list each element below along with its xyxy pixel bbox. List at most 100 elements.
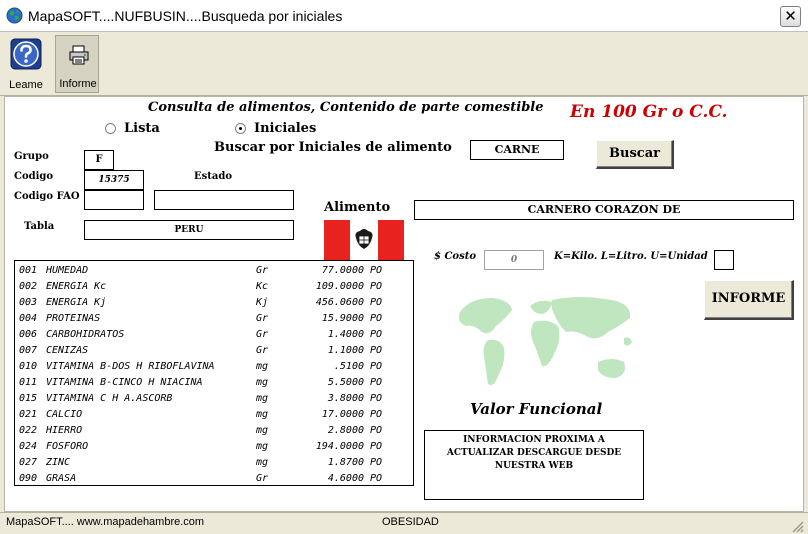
tabla-label: Tabla bbox=[24, 221, 55, 232]
nutrient-name: CARBOHIDRATOS bbox=[46, 329, 125, 340]
informe-button[interactable]: INFORME bbox=[704, 280, 794, 320]
leame-button[interactable]: Leame bbox=[4, 35, 48, 93]
nutrient-unit: Gr bbox=[256, 329, 269, 340]
buscar-button[interactable]: Buscar bbox=[596, 140, 674, 169]
nutrient-value: 77.0000 bbox=[321, 265, 364, 276]
unit-hint: K=Kilo. L=Litro. U=Unidad bbox=[554, 251, 708, 262]
nutrient-src: PO bbox=[370, 265, 383, 276]
nutrient-src: PO bbox=[370, 329, 383, 340]
world-map-icon bbox=[458, 297, 632, 385]
globe-icon bbox=[6, 7, 23, 24]
nutrient-list[interactable]: 001 HUMEDAD Gr 77.0000 PO 002 ENERGIA Kc Kc 109.… bbox=[14, 260, 414, 486]
nutrient-unit: Gr bbox=[256, 473, 269, 484]
nutrient-code: 022 bbox=[19, 425, 38, 436]
nutrient-value: 194.0000 bbox=[315, 441, 364, 452]
nutrient-unit: Gr bbox=[256, 313, 269, 324]
list-item[interactable]: 003 ENERGIA Kj Kj 456.0600 PO bbox=[15, 295, 413, 311]
list-item[interactable]: 001 HUMEDAD Gr 77.0000 PO bbox=[15, 263, 413, 279]
costo-field[interactable]: 0 bbox=[484, 250, 544, 270]
nutrient-name: ENERGIA Kj bbox=[46, 297, 107, 308]
codigo-label: Codigo bbox=[14, 171, 54, 182]
nutrient-name: HIERRO bbox=[46, 425, 83, 436]
leame-label: Leame bbox=[9, 79, 43, 91]
codigo-fao-field[interactable] bbox=[84, 190, 144, 210]
radio-iniciales-label: Iniciales bbox=[254, 121, 317, 136]
codigo-value: 15375 bbox=[98, 175, 130, 185]
nutrient-value: 4.6000 bbox=[327, 473, 364, 484]
list-item[interactable]: 022 HIERRO mg 2.8000 PO bbox=[15, 423, 413, 439]
list-item[interactable]: 010 VITAMINA B-DOS H RIBOFLAVINA mg .5100 PO bbox=[15, 359, 413, 375]
tabla-value: PERU bbox=[174, 225, 204, 235]
nutrient-src: PO bbox=[370, 281, 383, 292]
nutrient-unit: Gr bbox=[256, 265, 269, 276]
nutrient-value: 109.0000 bbox=[315, 281, 364, 292]
informe-label: Informe bbox=[59, 78, 97, 90]
list-item[interactable]: 024 FOSFORO mg 194.0000 PO bbox=[15, 439, 413, 455]
nutrient-value: 15.9000 bbox=[321, 313, 364, 324]
nutrient-src: PO bbox=[370, 393, 383, 404]
nutrient-value: 1.4000 bbox=[327, 329, 364, 340]
nutrient-src: PO bbox=[370, 441, 383, 452]
valor-funcional-label: Valor Funcional bbox=[470, 400, 603, 418]
list-item[interactable]: 027 ZINC mg 1.8700 PO bbox=[15, 455, 413, 471]
status-bar: MapaSOFT.... www.mapadehambre.com OBESID… bbox=[0, 512, 808, 534]
nutrient-value: 1.1000 bbox=[327, 345, 364, 356]
estado-field[interactable] bbox=[154, 190, 294, 210]
close-button[interactable]: ✕ bbox=[780, 6, 801, 27]
list-item[interactable]: 015 VITAMINA C H A.ASCORB mg 3.8000 PO bbox=[15, 391, 413, 407]
search-input[interactable]: CARNE bbox=[470, 140, 564, 160]
resize-grip-icon[interactable] bbox=[790, 519, 804, 533]
alimento-field[interactable]: CARNERO CORAZON DE bbox=[414, 200, 794, 220]
alimento-label: Alimento bbox=[324, 200, 391, 215]
nutrient-src: PO bbox=[370, 457, 383, 468]
info-text: INFORMACION PROXIMA A ACTUALIZAR DESCARG… bbox=[446, 435, 622, 471]
status-left: MapaSOFT.... www.mapadehambre.com bbox=[6, 516, 205, 528]
radio-iniciales[interactable] bbox=[235, 123, 246, 134]
nutrient-value: 17.0000 bbox=[321, 409, 364, 420]
nutrient-unit: mg bbox=[256, 457, 269, 468]
unit-field[interactable] bbox=[714, 250, 734, 270]
list-item[interactable]: 090 GRASA Gr 4.6000 PO bbox=[15, 471, 413, 485]
list-item[interactable]: 006 CARBOHIDRATOS Gr 1.4000 PO bbox=[15, 327, 413, 343]
nutrient-unit: Kj bbox=[256, 297, 269, 308]
list-item[interactable]: 021 CALCIO mg 17.0000 PO bbox=[15, 407, 413, 423]
per-100-label: En 100 Gr o C.C. bbox=[570, 102, 728, 122]
nutrient-unit: mg bbox=[256, 441, 269, 452]
nutrient-code: 027 bbox=[19, 457, 38, 468]
nutrient-code: 011 bbox=[19, 377, 38, 388]
codigo-field[interactable]: 15375 bbox=[84, 170, 144, 190]
tabla-field[interactable]: PERU bbox=[84, 220, 294, 240]
list-item[interactable]: 011 VITAMINA B-CINCO H NIACINA mg 5.5000 PO bbox=[15, 375, 413, 391]
nutrient-unit: mg bbox=[256, 409, 269, 420]
radio-lista[interactable] bbox=[105, 123, 116, 134]
peru-flag-icon bbox=[324, 220, 404, 260]
list-item[interactable]: 007 CENIZAS Gr 1.1000 PO bbox=[15, 343, 413, 359]
informe-toolbar-button[interactable]: Informe bbox=[55, 35, 99, 93]
nutrient-name: VITAMINA C H A.ASCORB bbox=[46, 393, 173, 404]
nutrient-name: HUMEDAD bbox=[46, 265, 89, 276]
codigo-fao-label: Codigo FAO bbox=[14, 191, 80, 202]
nutrient-code: 004 bbox=[19, 313, 38, 324]
nutrient-code: 001 bbox=[19, 265, 38, 276]
nutrient-src: PO bbox=[370, 345, 383, 356]
nutrient-code: 002 bbox=[19, 281, 38, 292]
nutrient-value: 3.8000 bbox=[327, 393, 364, 404]
nutrient-unit: mg bbox=[256, 393, 269, 404]
nutrient-name: GRASA bbox=[46, 473, 77, 484]
page-heading: Consulta de alimentos, Contenido de part… bbox=[148, 100, 544, 115]
status-center: OBESIDAD bbox=[382, 516, 439, 528]
costo-label: $ Costo bbox=[434, 251, 476, 262]
nutrient-src: PO bbox=[370, 473, 383, 484]
nutrient-name: FOSFORO bbox=[46, 441, 89, 452]
close-icon: ✕ bbox=[784, 7, 797, 25]
nutrient-value: 2.8000 bbox=[327, 425, 364, 436]
list-item[interactable]: 004 PROTEINAS Gr 15.9000 PO bbox=[15, 311, 413, 327]
info-box: INFORMACION PROXIMA A ACTUALIZAR DESCARG… bbox=[424, 430, 644, 500]
nutrient-name: CALCIO bbox=[46, 409, 83, 420]
nutrient-name: VITAMINA B-DOS H RIBOFLAVINA bbox=[46, 361, 215, 372]
nutrient-unit: mg bbox=[256, 425, 269, 436]
nutrient-src: PO bbox=[370, 361, 383, 372]
list-item[interactable]: 002 ENERGIA Kc Kc 109.0000 PO bbox=[15, 279, 413, 295]
grupo-field[interactable]: F bbox=[84, 150, 114, 170]
estado-label: Estado bbox=[194, 171, 233, 182]
